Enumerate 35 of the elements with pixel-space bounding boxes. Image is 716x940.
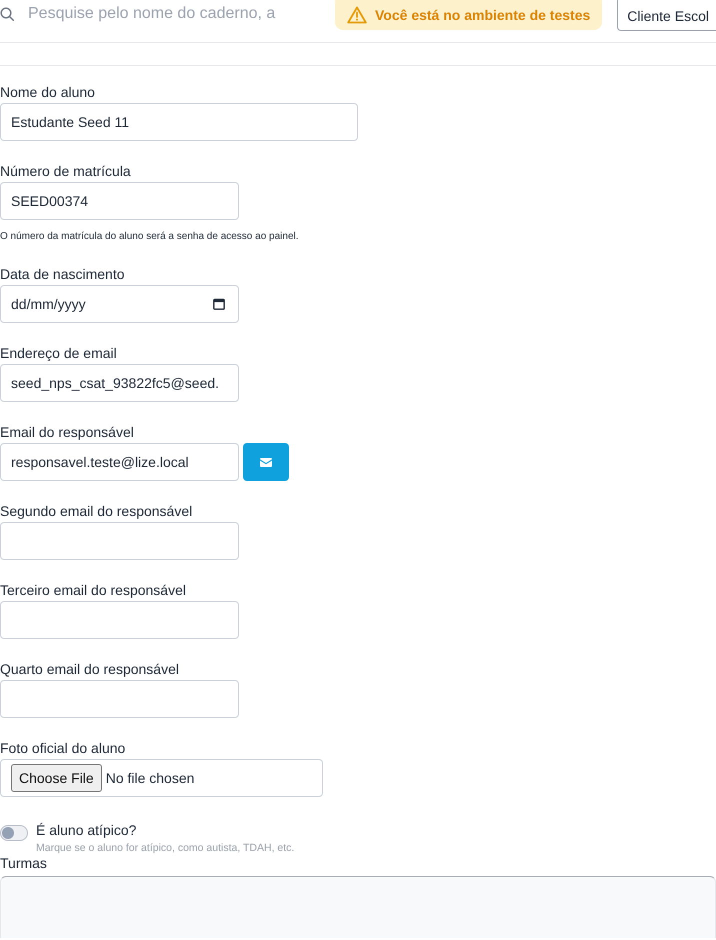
field-label: Email do responsável bbox=[0, 424, 135, 441]
hint-text: O número da matrícula do aluno será a senha de acesso ao painel. bbox=[0, 230, 300, 243]
input-field[interactable] bbox=[0, 601, 239, 639]
field-label: Data de nascimento bbox=[0, 266, 126, 283]
field-label: Foto oficial do aluno bbox=[0, 740, 126, 757]
field-label: Número de matrícula bbox=[0, 163, 132, 180]
input-field[interactable]: responsavel.teste@lize.local bbox=[0, 443, 239, 481]
field-label: Quarto email do responsável bbox=[0, 661, 180, 678]
input-field[interactable] bbox=[0, 522, 239, 560]
classes-field[interactable] bbox=[0, 876, 716, 938]
search-field[interactable]: Pesquise pelo nome do caderno, a bbox=[28, 5, 318, 23]
input-field[interactable]: seed_nps_csat_93822fc5@seed. bbox=[0, 364, 239, 402]
field-label: Segundo email do responsável bbox=[0, 503, 194, 520]
field-label: Endereço de email bbox=[0, 345, 118, 362]
date-value: dd/mm/yyyy bbox=[11, 296, 86, 312]
input-field[interactable]: Estudante Seed 11 bbox=[0, 103, 358, 141]
calendar-icon[interactable] bbox=[213, 298, 225, 310]
envelope-icon bbox=[260, 458, 272, 466]
field-label: Nome do aluno bbox=[0, 84, 96, 101]
input-field[interactable]: SEED00374 bbox=[0, 182, 239, 220]
notice-text: Você está no ambiente de testes bbox=[375, 7, 590, 23]
search-icon bbox=[0, 7, 14, 21]
hint-text: Marque se o aluno for atípico, como autista, TDAH, etc. bbox=[36, 842, 296, 855]
date-field[interactable]: dd/mm/yyyy bbox=[0, 285, 239, 323]
file-status: No file chosen bbox=[106, 770, 194, 786]
field-label: Turmas bbox=[0, 855, 48, 872]
warning-icon bbox=[347, 6, 367, 24]
field-label: É aluno atípico? bbox=[36, 822, 136, 838]
file-field[interactable]: Choose File No file chosen bbox=[0, 759, 323, 797]
input-field[interactable] bbox=[0, 680, 239, 718]
email-button[interactable] bbox=[243, 443, 289, 481]
choose-file-button[interactable]: Choose File bbox=[11, 764, 102, 792]
client-select[interactable]: Cliente Escol bbox=[617, 0, 716, 31]
toggle-switch[interactable] bbox=[0, 825, 28, 841]
field-label: Terceiro email do responsável bbox=[0, 582, 187, 599]
